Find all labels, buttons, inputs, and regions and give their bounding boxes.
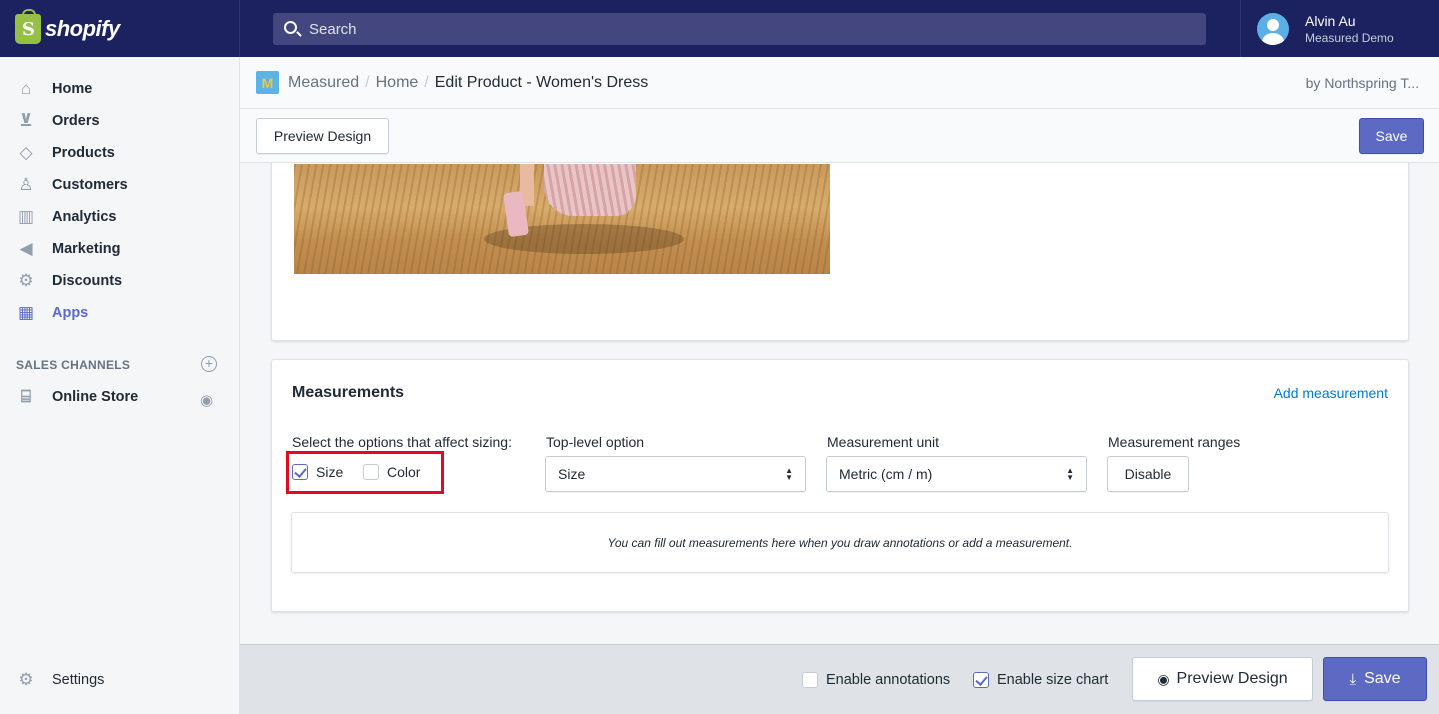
sidebar-item-orders[interactable]: ⊻ Orders bbox=[0, 105, 239, 137]
apps-icon: ▦ bbox=[17, 303, 35, 322]
eye-icon: ◉ bbox=[1157, 670, 1170, 687]
add-measurement-link[interactable]: Add measurement bbox=[1274, 385, 1388, 401]
shopify-bag-icon: S bbox=[15, 8, 41, 44]
measurements-empty-state: You can fill out measurements here when … bbox=[291, 512, 1389, 573]
shopify-logo[interactable]: S shopify bbox=[0, 0, 240, 57]
sizing-options-label: Select the options that affect sizing: bbox=[292, 434, 512, 450]
search-placeholder: Search bbox=[309, 20, 357, 38]
select-value: Size bbox=[558, 466, 586, 482]
eye-icon[interactable]: ◉ bbox=[200, 391, 213, 409]
main-content: Measurements Add measurement Select the … bbox=[240, 163, 1439, 644]
enable-size-chart-checkbox[interactable]: Enable size chart bbox=[973, 672, 1108, 688]
enable-annotations-label: Enable annotations bbox=[826, 672, 951, 688]
breadcrumb-home[interactable]: Home bbox=[376, 74, 419, 92]
breadcrumb-app[interactable]: Measured bbox=[288, 74, 359, 92]
footer-save-button[interactable]: ⤓ Save bbox=[1323, 657, 1427, 701]
sidebar-item-customers[interactable]: ♙ Customers bbox=[0, 169, 239, 201]
sidebar-item-analytics[interactable]: ▥ Analytics bbox=[0, 201, 239, 233]
product-image-card bbox=[271, 163, 1409, 341]
save-button[interactable]: Save bbox=[1359, 118, 1424, 154]
discount-icon: ⚙ bbox=[18, 271, 34, 290]
app-byline: by Northspring T... bbox=[1305, 75, 1419, 91]
search-input[interactable]: Search bbox=[273, 13, 1206, 45]
footer-save-label: Save bbox=[1364, 670, 1401, 687]
avatar bbox=[1257, 12, 1289, 45]
breadcrumb: M Measured / Home / Edit Product - Women… bbox=[240, 57, 1439, 109]
sidebar-item-marketing[interactable]: ◀ Marketing bbox=[0, 233, 239, 265]
top-level-option-select[interactable]: Size ▲ ▼ bbox=[545, 456, 806, 492]
store-icon: ⌸ bbox=[20, 387, 32, 406]
breadcrumb-separator: / bbox=[424, 73, 429, 91]
measurements-title: Measurements bbox=[292, 384, 405, 401]
checkbox-unchecked[interactable] bbox=[802, 672, 818, 688]
top-level-option-label: Top-level option bbox=[546, 434, 645, 450]
sidebar-item-discounts[interactable]: ⚙ Discounts bbox=[0, 265, 239, 297]
select-arrows-icon: ▲ ▼ bbox=[1066, 466, 1074, 482]
measured-app-icon: M bbox=[256, 71, 279, 94]
footer-preview-label: Preview Design bbox=[1176, 670, 1288, 687]
sidebar-item-label: Products bbox=[52, 145, 115, 161]
sidebar-item-label: Online Store bbox=[52, 389, 139, 405]
sidebar-item-home[interactable]: ⌂ Home bbox=[0, 73, 239, 105]
tag-icon: ◇ bbox=[19, 143, 33, 162]
measurements-card: Measurements Add measurement Select the … bbox=[271, 359, 1409, 612]
sidebar-item-label: Analytics bbox=[52, 209, 117, 225]
product-image bbox=[294, 164, 830, 274]
footer-bar: Enable annotations Enable size chart ◉ P… bbox=[240, 644, 1439, 714]
select-arrows-icon: ▲ ▼ bbox=[785, 466, 793, 482]
search-icon bbox=[284, 21, 297, 34]
disable-ranges-button[interactable]: Disable bbox=[1107, 456, 1189, 492]
user-shop: Measured Demo bbox=[1305, 30, 1394, 45]
gear-icon: ⚙ bbox=[18, 670, 34, 689]
sidebar-item-label: Apps bbox=[52, 305, 89, 321]
footer-preview-design-button[interactable]: ◉ Preview Design bbox=[1132, 657, 1313, 701]
save-icon: ⤓ bbox=[1349, 670, 1357, 688]
measurement-ranges-label: Measurement ranges bbox=[1108, 434, 1241, 450]
sales-channels-heading: SALES CHANNELS bbox=[16, 358, 131, 372]
top-bar: S shopify Search Alvin Au Measured Demo bbox=[0, 0, 1439, 57]
home-icon: ⌂ bbox=[20, 79, 32, 98]
user-menu[interactable]: Alvin Au Measured Demo bbox=[1240, 0, 1439, 57]
person-icon: ♙ bbox=[18, 175, 34, 194]
page-title: Edit Product - Women's Dress bbox=[434, 73, 649, 91]
megaphone-icon: ◀ bbox=[19, 239, 33, 258]
sidebar-item-label: Customers bbox=[52, 177, 128, 193]
measurement-unit-select[interactable]: Metric (cm / m) ▲ ▼ bbox=[826, 456, 1087, 492]
measurement-unit-label: Measurement unit bbox=[827, 434, 940, 450]
select-value: Metric (cm / m) bbox=[839, 466, 933, 482]
user-name: Alvin Au bbox=[1305, 12, 1356, 29]
empty-state-text: You can fill out measurements here when … bbox=[607, 535, 1073, 550]
bar-chart-icon: ▥ bbox=[17, 207, 35, 226]
checkbox-checked[interactable] bbox=[973, 672, 989, 688]
sidebar-item-label: Orders bbox=[52, 113, 100, 129]
enable-size-chart-label: Enable size chart bbox=[997, 672, 1109, 688]
sidebar: ⌂ Home ⊻ Orders ◇ Products ♙ Customers ▥… bbox=[0, 57, 240, 714]
action-bar: Preview Design Save bbox=[240, 109, 1439, 163]
brand-name: shopify bbox=[45, 15, 120, 41]
add-channel-icon[interactable]: + bbox=[201, 356, 217, 372]
orders-icon: ⊻ bbox=[19, 111, 33, 130]
highlight-box bbox=[286, 451, 444, 494]
sidebar-item-products[interactable]: ◇ Products bbox=[0, 137, 239, 169]
sidebar-item-apps[interactable]: ▦ Apps bbox=[0, 297, 239, 329]
preview-design-button[interactable]: Preview Design bbox=[256, 118, 389, 154]
sidebar-item-settings[interactable]: ⚙ Settings bbox=[0, 664, 239, 696]
sidebar-item-label: Marketing bbox=[52, 241, 121, 257]
enable-annotations-checkbox[interactable]: Enable annotations bbox=[802, 672, 950, 688]
sidebar-item-label: Discounts bbox=[52, 273, 123, 289]
breadcrumb-separator: / bbox=[365, 73, 370, 91]
sidebar-item-label: Home bbox=[52, 81, 93, 97]
sidebar-item-label: Settings bbox=[52, 672, 105, 688]
